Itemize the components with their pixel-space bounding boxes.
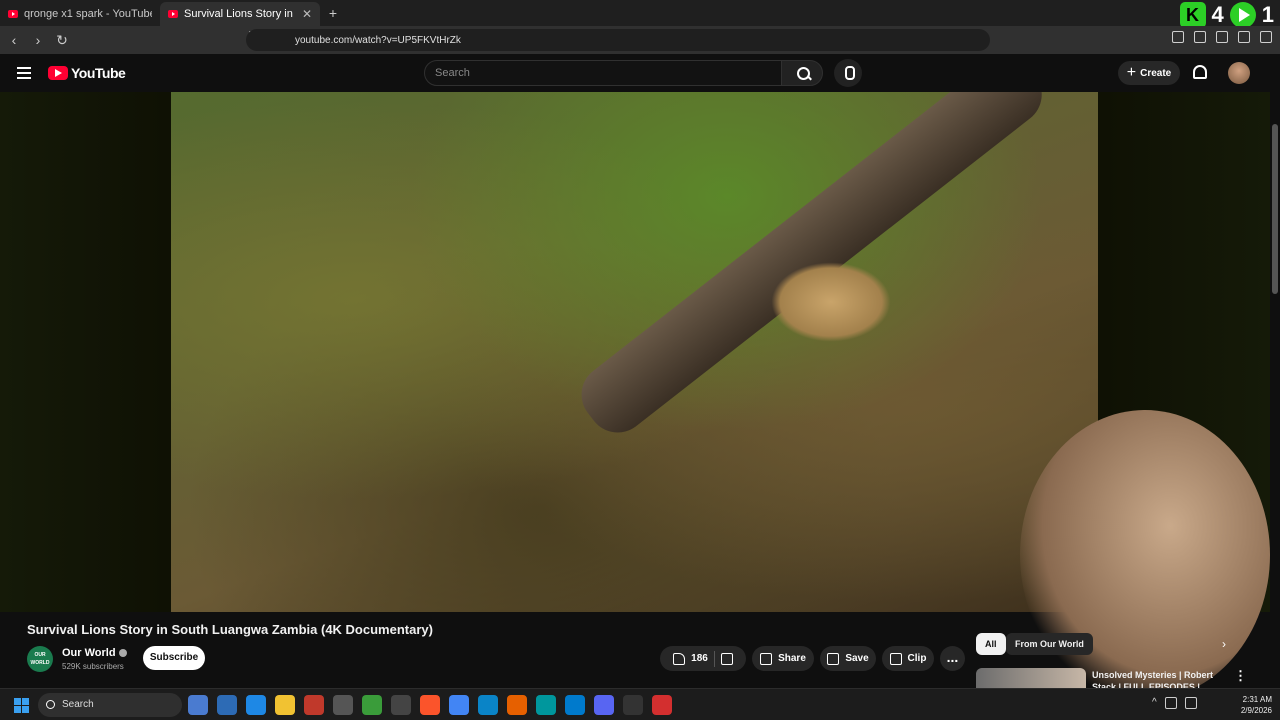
app-icon[interactable] xyxy=(333,695,353,715)
overlay-counter: 4 xyxy=(1211,2,1224,27)
youtube-logo-text: YouTube xyxy=(71,65,126,81)
more-actions-icon[interactable]: ... xyxy=(940,646,965,671)
taskbar-search[interactable]: Search xyxy=(38,693,182,717)
account-avatar[interactable] xyxy=(1228,62,1250,84)
microphone-icon[interactable] xyxy=(834,59,862,87)
app-icon[interactable] xyxy=(217,695,237,715)
video-frame-lion xyxy=(771,262,891,342)
save-icon xyxy=(827,652,840,665)
chip-all[interactable]: All xyxy=(976,633,1006,655)
play-icon xyxy=(1229,2,1256,28)
create-label: Create xyxy=(1140,67,1172,79)
share-icon xyxy=(760,652,773,665)
app-icon[interactable] xyxy=(304,695,324,715)
chip-from-channel[interactable]: From Our World xyxy=(1006,633,1093,655)
extension-icons xyxy=(1172,31,1272,43)
youtube-favicon-icon xyxy=(8,10,18,18)
share-label: Share xyxy=(778,653,806,664)
edge-icon[interactable] xyxy=(478,695,498,715)
overlay-widgets: K 4 1 xyxy=(1179,2,1274,28)
scrollbar-thumb[interactable] xyxy=(1272,124,1278,294)
youtube-logo[interactable]: YouTube xyxy=(48,65,126,81)
browser-toolbar: ‹ › ↻ youtube.com/watch?v=UP5FKVtHrZk xyxy=(0,26,1280,54)
back-icon[interactable]: ‹ xyxy=(4,30,24,50)
notifications-bell-icon[interactable] xyxy=(1193,65,1207,79)
search-icon[interactable] xyxy=(781,60,823,86)
channel-name-text: Our World xyxy=(62,647,116,659)
new-tab-button[interactable]: + xyxy=(320,2,346,26)
like-count[interactable]: 186 xyxy=(691,653,708,664)
microphone-tray-icon[interactable] xyxy=(1164,697,1177,709)
vscode-icon[interactable] xyxy=(565,695,585,715)
clip-label: Clip xyxy=(907,653,927,664)
system-clock[interactable]: 2:31 AM 2/9/2026 xyxy=(1228,694,1272,716)
save-button[interactable]: Save xyxy=(820,646,876,671)
recommendation-thumbnail[interactable] xyxy=(976,668,1086,688)
video-title: Survival Lions Story in South Luangwa Za… xyxy=(27,622,433,637)
app-icon[interactable] xyxy=(246,695,266,715)
brave-icon[interactable] xyxy=(420,695,440,715)
menu-icon[interactable] xyxy=(1260,31,1272,43)
subscribe-button[interactable]: Subscribe xyxy=(143,646,205,670)
tab-title: Survival Lions Story in South L xyxy=(184,8,296,20)
recommendation-more-icon[interactable]: ⋮ xyxy=(1234,668,1247,684)
create-button[interactable]: + Create xyxy=(1118,61,1180,85)
clock-date: 2/9/2026 xyxy=(1240,706,1272,715)
clip-button[interactable]: Clip xyxy=(882,646,934,671)
tab-close-icon[interactable]: ✕ xyxy=(302,7,312,21)
extension-icon[interactable] xyxy=(1172,31,1184,43)
app-icon[interactable] xyxy=(623,695,643,715)
browser-tab-1[interactable]: qronge x1 spark - YouTube xyxy=(0,2,160,26)
chevron-right-icon[interactable]: › xyxy=(1222,637,1226,651)
divider xyxy=(713,650,715,667)
firefox-icon[interactable] xyxy=(507,695,527,715)
plus-icon: + xyxy=(1126,64,1137,81)
app-icon[interactable] xyxy=(188,695,208,715)
thumbs-up-icon[interactable] xyxy=(673,652,686,665)
youtube-header: YouTube Search + Create xyxy=(0,54,1280,92)
channel-name[interactable]: Our World xyxy=(62,647,127,659)
browser-tab-strip: qronge x1 spark - YouTube Survival Lions… xyxy=(0,0,1280,28)
search-input[interactable]: Search xyxy=(424,60,782,86)
discord-icon[interactable] xyxy=(594,695,614,715)
app-icon[interactable] xyxy=(391,695,411,715)
chrome-icon[interactable] xyxy=(449,695,469,715)
overlay-counter: 1 xyxy=(1261,2,1274,27)
chevron-up-icon[interactable]: ^ xyxy=(1152,697,1157,709)
like-dislike-group: 186 xyxy=(660,646,746,671)
url-text: youtube.com/watch?v=UP5FKVtHrZk xyxy=(295,34,461,46)
scissors-icon xyxy=(889,652,902,665)
sidebar-icon[interactable] xyxy=(1194,31,1206,43)
video-player[interactable] xyxy=(171,92,1098,612)
tab-title: qronge x1 spark - YouTube xyxy=(24,8,152,20)
folder-icon[interactable] xyxy=(275,695,295,715)
forward-icon[interactable]: › xyxy=(28,30,48,50)
page-scrollbar[interactable] xyxy=(1270,54,1280,688)
windows-taskbar: Search ^ 2:31 AM 2/9/2026 xyxy=(0,688,1280,720)
share-button[interactable]: Share xyxy=(752,646,814,671)
network-icon[interactable] xyxy=(1184,697,1197,709)
save-label: Save xyxy=(845,653,869,664)
youtube-logo-icon xyxy=(48,66,68,80)
thumbs-down-icon[interactable] xyxy=(720,652,733,665)
app-icon[interactable] xyxy=(652,695,672,715)
browser-tab-2[interactable]: Survival Lions Story in South L ✕ xyxy=(160,2,320,26)
taskbar-apps xyxy=(188,695,672,715)
webcam-overlay xyxy=(1020,410,1270,700)
system-tray: ^ xyxy=(1152,697,1197,709)
verified-icon xyxy=(118,649,127,658)
vpn-icon[interactable] xyxy=(1238,31,1250,43)
windows-start-icon[interactable] xyxy=(14,698,29,713)
reload-icon[interactable]: ↻ xyxy=(52,30,72,50)
address-bar[interactable]: youtube.com/watch?v=UP5FKVtHrZk xyxy=(246,29,990,51)
kick-icon: K xyxy=(1179,2,1206,28)
arduino-icon[interactable] xyxy=(536,695,556,715)
channel-avatar[interactable]: OUR WORLD xyxy=(27,646,53,672)
wallet-icon[interactable] xyxy=(1216,31,1228,43)
youtube-favicon-icon xyxy=(168,10,178,18)
clock-time: 2:31 AM xyxy=(1242,695,1272,704)
subscriber-count: 529K subscribers xyxy=(62,662,124,671)
app-icon[interactable] xyxy=(362,695,382,715)
hamburger-menu-icon[interactable] xyxy=(17,67,31,79)
